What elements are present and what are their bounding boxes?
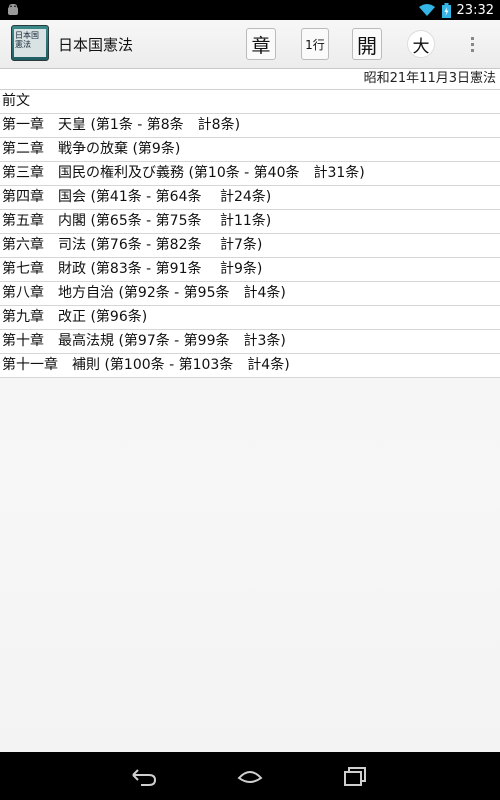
wifi-icon (418, 4, 435, 16)
list-item[interactable]: 第九章 改正 (第96条) (0, 306, 500, 330)
back-icon[interactable] (129, 764, 159, 788)
navigation-bar (0, 752, 500, 800)
app-title: 日本国憲法 (58, 36, 134, 54)
chapter-list: 前文 第一章 天皇 (第1条 - 第8条 計8条) 第二章 戦争の放棄 (第9条… (0, 90, 500, 378)
one-line-button[interactable]: 1行 (301, 28, 329, 60)
list-item[interactable]: 第八章 地方自治 (第92条 - 第95条 計4条) (0, 282, 500, 306)
recent-apps-icon[interactable] (341, 764, 371, 788)
large-font-button[interactable]: 大 (407, 30, 435, 58)
list-item[interactable]: 第一章 天皇 (第1条 - 第8条 計8条) (0, 114, 500, 138)
list-item[interactable]: 前文 (0, 90, 500, 114)
home-icon[interactable] (235, 764, 265, 788)
list-item[interactable]: 第十一章 補則 (第100条 - 第103条 計4条) (0, 354, 500, 378)
status-time: 23:32 (456, 2, 494, 18)
battery-icon (441, 2, 451, 18)
list-item[interactable]: 第四章 国会 (第41条 - 第64条 計24条) (0, 186, 500, 210)
law-date-subtitle: 昭和21年11月3日憲法 (0, 69, 500, 90)
list-item[interactable]: 第三章 国民の権利及び義務 (第10条 - 第40条 計31条) (0, 162, 500, 186)
overflow-icon (470, 34, 474, 55)
open-button[interactable]: 開 (352, 28, 382, 60)
list-item[interactable]: 第七章 財政 (第83条 - 第91条 計9条) (0, 258, 500, 282)
action-bar: 日本国憲法 日本国憲法 章 1行 開 大 (0, 20, 500, 69)
list-item[interactable]: 第六章 司法 (第76条 - 第82条 計7条) (0, 234, 500, 258)
list-item[interactable]: 第二章 戦争の放棄 (第9条) (0, 138, 500, 162)
app-icon[interactable]: 日本国憲法 (11, 25, 49, 61)
content-area: 昭和21年11月3日憲法 前文 第一章 天皇 (第1条 - 第8条 計8条) 第… (0, 69, 500, 752)
chapter-button[interactable]: 章 (246, 28, 276, 60)
overflow-menu-button[interactable] (462, 28, 482, 60)
list-item[interactable]: 第十章 最高法規 (第97条 - 第99条 計3条) (0, 330, 500, 354)
android-icon (8, 4, 18, 15)
status-bar: 23:32 (0, 0, 500, 20)
app-icon-label: 日本国憲法 (14, 29, 46, 57)
list-item[interactable]: 第五章 内閣 (第65条 - 第75条 計11条) (0, 210, 500, 234)
